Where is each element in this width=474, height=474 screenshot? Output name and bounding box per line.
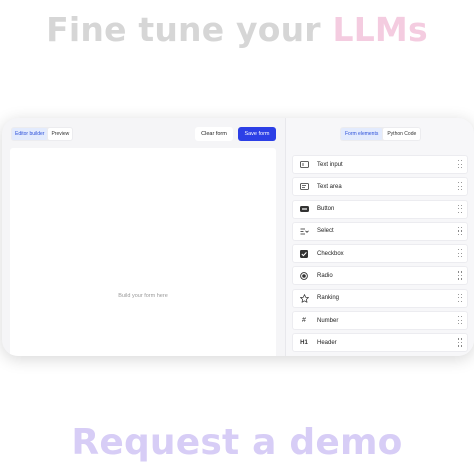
checkbox-icon	[297, 249, 311, 258]
form-builder-window: Editor builder Preview Clear form Save f…	[2, 118, 474, 356]
headline-part1: Fine tune your	[46, 10, 333, 49]
form-elements-list: Text input Text area Button Select Check…	[292, 155, 468, 356]
element-label: Radio	[317, 272, 333, 279]
elements-sidebar: Form elements Python Code Text input Tex…	[286, 118, 474, 356]
element-label: Select	[317, 228, 334, 235]
editor-pane: Editor builder Preview Clear form Save f…	[2, 118, 282, 356]
element-label: Text input	[317, 161, 343, 168]
drag-handle-icon[interactable]	[458, 182, 462, 191]
element-button[interactable]: Button	[292, 199, 468, 219]
element-radio[interactable]: Radio	[292, 266, 468, 286]
drag-handle-icon[interactable]	[458, 204, 462, 214]
element-number[interactable]: # Number	[292, 311, 468, 331]
editor-toolbar: Editor builder Preview Clear form Save f…	[2, 118, 282, 148]
radio-icon	[297, 272, 311, 280]
element-text-input[interactable]: Text input	[292, 155, 468, 174]
element-select[interactable]: Select	[292, 221, 468, 241]
drag-handle-icon[interactable]	[458, 271, 462, 280]
form-canvas[interactable]: Build your form here	[10, 148, 276, 356]
drag-handle-icon[interactable]	[458, 338, 462, 347]
text-area-icon	[297, 183, 311, 191]
select-icon	[297, 228, 311, 235]
element-label: Header	[317, 339, 337, 346]
request-demo-text: Request a demo	[71, 422, 403, 463]
sidebar-tabs: Form elements Python Code	[340, 127, 422, 141]
element-label: Number	[317, 317, 339, 324]
element-text-area[interactable]: Text area	[292, 177, 468, 197]
text-input-icon	[297, 161, 311, 168]
element-label: Text area	[317, 183, 342, 190]
tab-preview[interactable]: Preview	[48, 128, 73, 140]
button-icon	[297, 206, 311, 213]
clear-form-button[interactable]: Clear form	[195, 127, 233, 141]
element-label: Button	[317, 206, 335, 213]
hash-icon: #	[302, 317, 306, 325]
cta-headline: Request a demo	[0, 422, 474, 463]
header-icon: H1	[300, 339, 308, 346]
drag-handle-icon[interactable]	[458, 293, 462, 303]
drag-handle-icon[interactable]	[458, 226, 462, 236]
drag-handle-icon[interactable]	[458, 316, 462, 325]
tab-form-elements[interactable]: Form elements	[341, 128, 383, 140]
element-ranking[interactable]: Ranking	[292, 288, 468, 308]
element-label: Ranking	[317, 295, 340, 302]
element-label: Checkbox	[317, 250, 344, 257]
headline: Fine tune your LLMs	[0, 10, 474, 49]
element-checkbox[interactable]: Checkbox	[292, 244, 468, 264]
tab-python-code[interactable]: Python Code	[383, 128, 421, 140]
tab-editor-builder[interactable]: Editor builder	[12, 128, 48, 140]
element-header[interactable]: H1 Header	[292, 333, 468, 353]
star-icon	[297, 293, 311, 303]
drag-handle-icon[interactable]	[458, 160, 462, 169]
canvas-placeholder: Build your form here	[118, 293, 168, 299]
drag-handle-icon[interactable]	[458, 249, 462, 258]
editor-mode-tabs: Editor builder Preview	[11, 127, 74, 141]
headline-part2: LLMs	[332, 10, 428, 49]
save-form-button[interactable]: Save form	[238, 127, 276, 141]
